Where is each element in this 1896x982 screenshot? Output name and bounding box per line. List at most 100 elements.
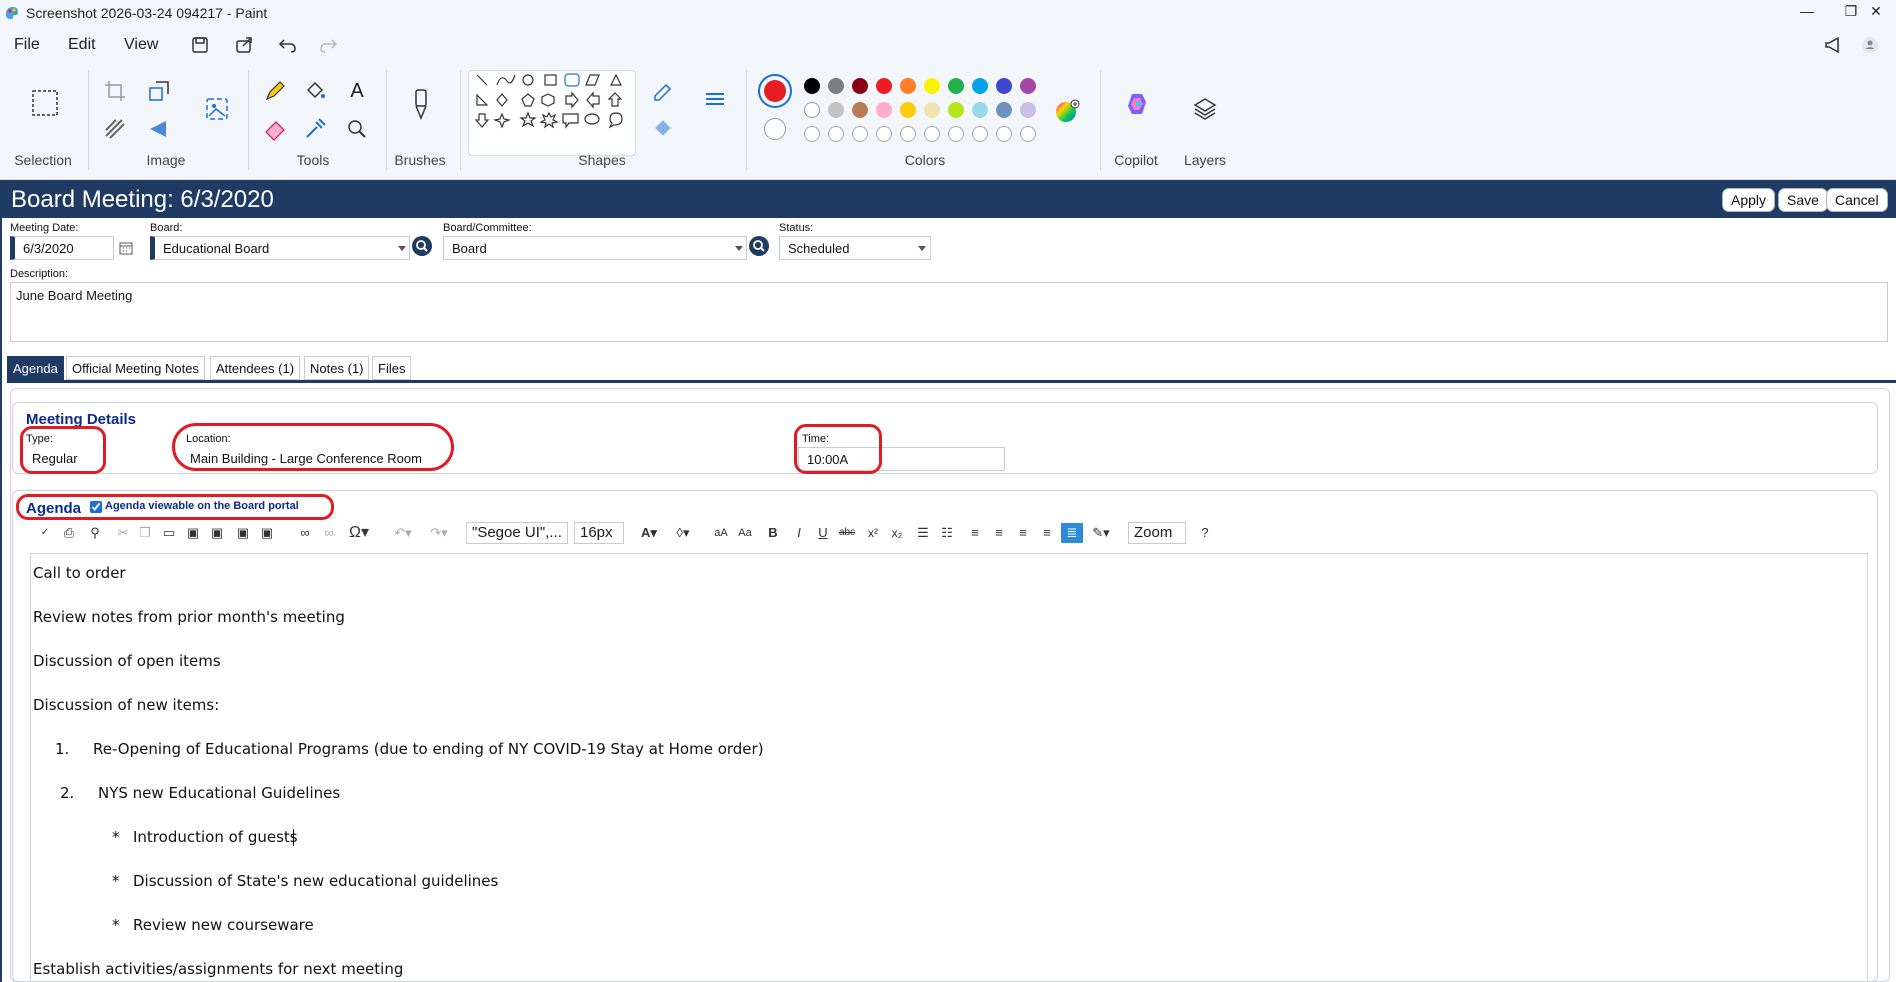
- close-button[interactable]: ✕: [1856, 3, 1896, 23]
- unlink-icon[interactable]: ∞: [320, 523, 338, 543]
- color-picker-icon[interactable]: [302, 116, 328, 142]
- help-icon[interactable]: ?: [1196, 523, 1214, 543]
- numbered-list-icon[interactable]: ☰: [914, 523, 932, 543]
- save-icon[interactable]: [188, 33, 212, 57]
- committee-search-button[interactable]: [749, 236, 769, 256]
- line-size-icon[interactable]: [702, 88, 728, 114]
- palette-swatch[interactable]: [804, 126, 820, 142]
- secondary-color-swatch[interactable]: [764, 118, 786, 140]
- palette-swatch[interactable]: [972, 102, 988, 118]
- palette-swatch[interactable]: [804, 102, 820, 118]
- format-stripper-icon[interactable]: ✎▾: [1088, 523, 1114, 543]
- fill-icon[interactable]: [650, 116, 676, 142]
- brush-icon[interactable]: [408, 88, 434, 122]
- select-rectangle-icon[interactable]: [30, 88, 60, 118]
- account-icon[interactable]: [1858, 33, 1882, 57]
- bold-icon[interactable]: B: [764, 523, 782, 543]
- paste-word-icon[interactable]: ▣: [208, 523, 226, 543]
- save-button[interactable]: Save: [1778, 188, 1828, 212]
- tab-official-meeting-notes[interactable]: Official Meeting Notes: [66, 356, 205, 380]
- palette-swatch[interactable]: [828, 78, 844, 94]
- text-tool-icon[interactable]: A: [344, 78, 370, 104]
- committee-select[interactable]: Board: [443, 236, 747, 260]
- paste-html-icon[interactable]: ▣: [234, 523, 252, 543]
- palette-swatch[interactable]: [876, 126, 892, 142]
- tab-notes[interactable]: Notes (1): [304, 356, 370, 380]
- image-effects-icon[interactable]: [102, 116, 128, 142]
- find-icon[interactable]: ⚲: [86, 523, 104, 543]
- layers-icon[interactable]: [1192, 96, 1218, 122]
- palette-swatch[interactable]: [972, 78, 988, 94]
- redo-icon[interactable]: [316, 33, 340, 57]
- undo-icon[interactable]: [276, 33, 300, 57]
- tab-files[interactable]: Files: [372, 356, 412, 380]
- zoom-select[interactable]: Zoom: [1128, 522, 1186, 544]
- superscript-icon[interactable]: x²: [864, 523, 882, 543]
- italic-icon[interactable]: I: [790, 523, 808, 543]
- apply-button[interactable]: Apply: [1722, 188, 1776, 212]
- copilot-icon[interactable]: [1124, 90, 1152, 118]
- paste-icon[interactable]: ▭: [160, 523, 178, 543]
- palette-swatch[interactable]: [852, 78, 868, 94]
- align-right-icon[interactable]: ≡: [1014, 523, 1032, 543]
- lowercase-icon[interactable]: Aa: [736, 523, 754, 543]
- status-select[interactable]: Scheduled: [779, 236, 931, 260]
- minimize-button[interactable]: —: [1787, 3, 1827, 23]
- link-icon[interactable]: ∞: [296, 523, 314, 543]
- pencil-icon[interactable]: [262, 78, 288, 104]
- palette-swatch[interactable]: [828, 126, 844, 142]
- palette-swatch[interactable]: [996, 78, 1012, 94]
- resize-icon[interactable]: [146, 78, 172, 104]
- palette-swatch[interactable]: [876, 78, 892, 94]
- paste-text-icon[interactable]: ▣: [184, 523, 202, 543]
- palette-swatch[interactable]: [1020, 78, 1036, 94]
- description-textarea[interactable]: June Board Meeting: [10, 282, 1888, 342]
- copy-icon[interactable]: ❐: [136, 523, 154, 543]
- rotate-icon[interactable]: [146, 116, 172, 142]
- palette-swatch[interactable]: [900, 78, 916, 94]
- palette-swatch[interactable]: [804, 78, 820, 94]
- crop-icon[interactable]: [102, 78, 128, 104]
- palette-swatch[interactable]: [924, 78, 940, 94]
- magnifier-icon[interactable]: [344, 116, 370, 142]
- special-character-icon[interactable]: Ω▾: [344, 523, 374, 543]
- font-color-icon[interactable]: A▾: [636, 523, 662, 543]
- clear-paste-icon[interactable]: ▣: [258, 523, 276, 543]
- underline-icon[interactable]: U: [814, 523, 832, 543]
- uppercase-icon[interactable]: aA: [712, 523, 730, 543]
- palette-swatch[interactable]: [900, 102, 916, 118]
- palette-swatch[interactable]: [1020, 102, 1036, 118]
- agenda-editor[interactable]: Call to order Review notes from prior mo…: [30, 553, 1868, 982]
- share-icon[interactable]: [232, 33, 256, 57]
- highlight-color-icon[interactable]: ◊▾: [670, 523, 696, 543]
- palette-swatch[interactable]: [876, 102, 892, 118]
- palette-swatch[interactable]: [852, 102, 868, 118]
- cut-icon[interactable]: ✂: [114, 523, 132, 543]
- align-left-icon[interactable]: ≡: [966, 523, 984, 543]
- palette-swatch[interactable]: [972, 126, 988, 142]
- spellcheck-icon[interactable]: ✓: [36, 523, 54, 543]
- palette-swatch[interactable]: [828, 102, 844, 118]
- board-select[interactable]: Educational Board: [150, 236, 410, 260]
- shapes-gallery[interactable]: [468, 70, 636, 156]
- edit-colors-icon[interactable]: [1054, 98, 1080, 124]
- board-search-button[interactable]: [412, 236, 432, 256]
- palette-swatch[interactable]: [948, 102, 964, 118]
- palette-swatch[interactable]: [900, 126, 916, 142]
- cancel-button[interactable]: Cancel: [1826, 188, 1888, 212]
- undo-icon[interactable]: ↶▾: [390, 523, 416, 543]
- font-size-select[interactable]: 16px: [574, 522, 624, 544]
- menu-view[interactable]: View: [124, 36, 158, 54]
- primary-color-swatch[interactable]: [758, 74, 792, 108]
- palette-swatch[interactable]: [948, 126, 964, 142]
- palette-swatch[interactable]: [996, 102, 1012, 118]
- image-creator-icon[interactable]: [204, 96, 230, 122]
- tab-attendees[interactable]: Attendees (1): [210, 356, 301, 380]
- subscript-icon[interactable]: x₂: [888, 523, 906, 543]
- megaphone-icon[interactable]: [1822, 33, 1846, 57]
- justify-icon[interactable]: ≡: [1038, 523, 1056, 543]
- outline-icon[interactable]: [650, 78, 676, 104]
- calendar-icon[interactable]: [118, 240, 134, 256]
- bullet-list-icon[interactable]: ☷: [938, 523, 956, 543]
- menu-edit[interactable]: Edit: [68, 36, 96, 54]
